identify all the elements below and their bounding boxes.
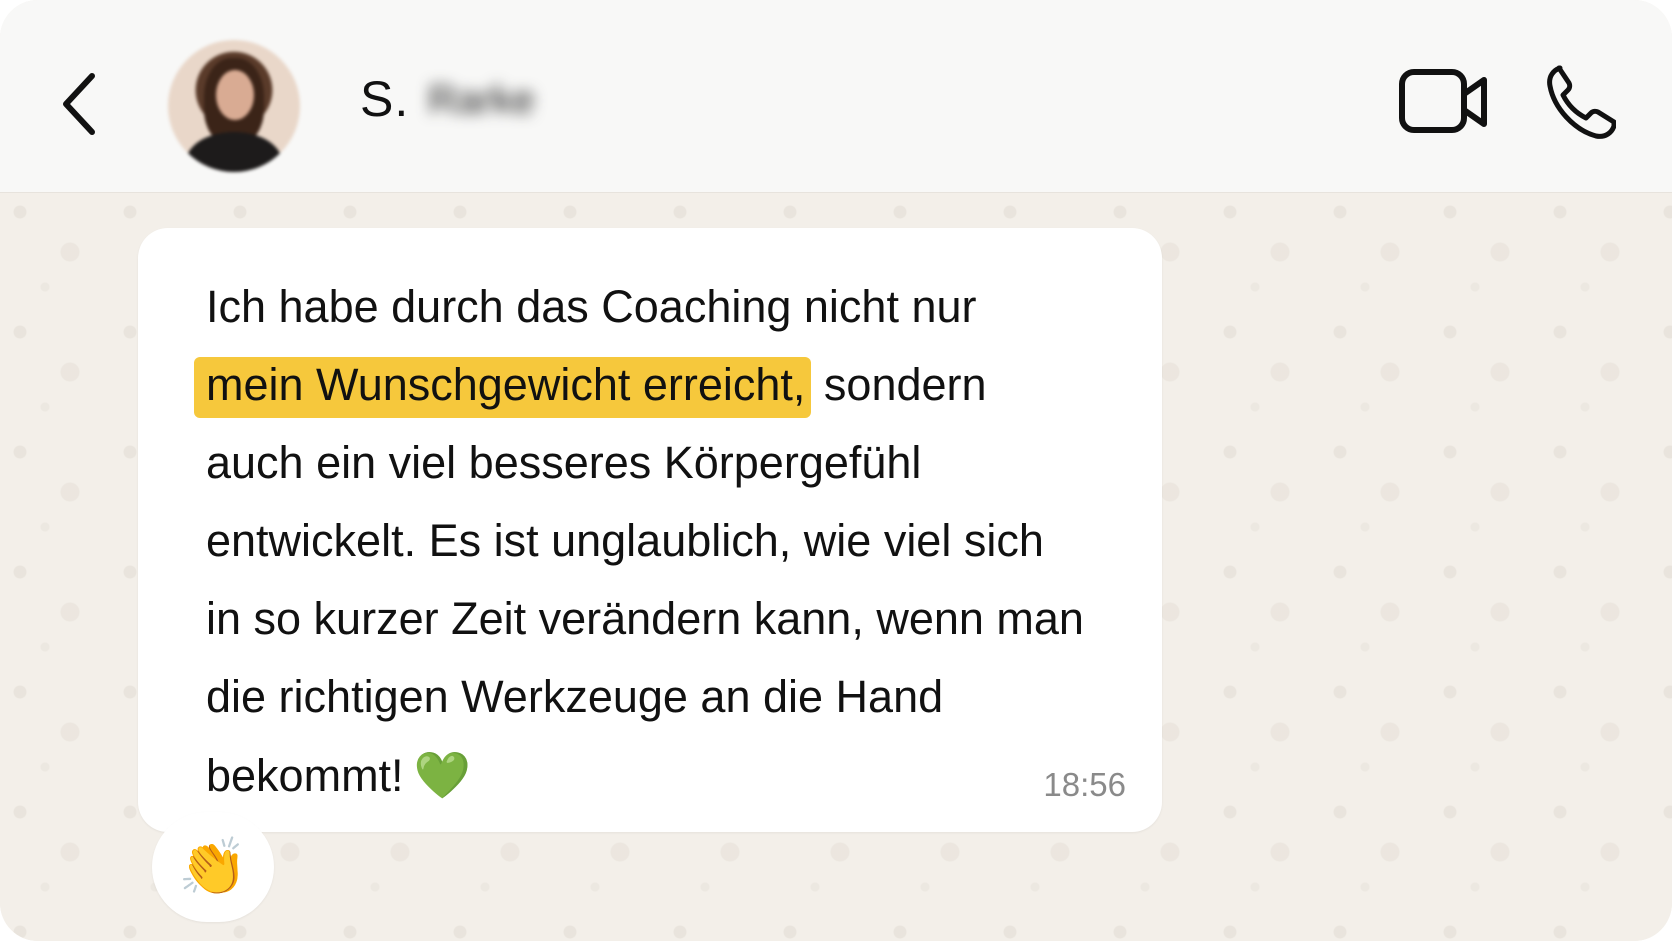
reaction-badge[interactable]: 👏 (152, 812, 274, 922)
message-bubble[interactable]: Ich habe durch das Coaching nicht nur me… (138, 228, 1162, 832)
message-timestamp: 18:56 (1043, 766, 1126, 803)
video-call-button[interactable] (1398, 66, 1492, 138)
back-button[interactable] (52, 64, 112, 144)
contact-avatar[interactable] (168, 40, 300, 172)
highlighted-phrase: mein Wunschgewicht erreicht, (194, 357, 812, 418)
chat-window: S. Rarke Ich habe durch das Coaching nic… (0, 0, 1672, 941)
clapping-hands-icon: 👏 (178, 835, 248, 898)
chat-header: S. Rarke (0, 0, 1672, 193)
chevron-left-icon (63, 73, 95, 135)
video-camera-icon (1399, 69, 1487, 133)
message-text-part: sondern auch ein viel besseres Körpergef… (206, 359, 1084, 801)
green-heart-icon: 💚 (413, 749, 471, 801)
message-text-part: Ich habe durch das Coaching nicht nur (206, 281, 977, 332)
message-text: Ich habe durch das Coaching nicht nur me… (194, 268, 1086, 815)
contact-surname-blurred: Rarke (428, 78, 535, 122)
contact-name[interactable]: S. (360, 70, 409, 128)
phone-icon (1547, 65, 1617, 139)
voice-call-button[interactable] (1544, 64, 1617, 140)
